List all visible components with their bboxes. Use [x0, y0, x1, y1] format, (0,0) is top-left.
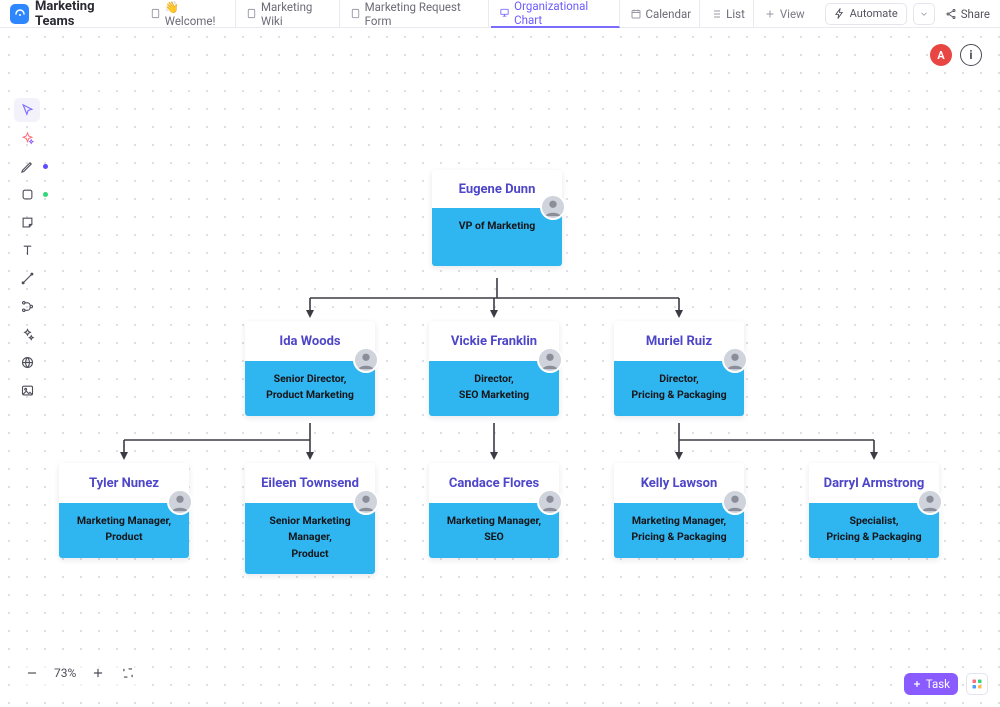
org-node-role-2: Pricing & Packaging — [620, 387, 738, 403]
org-node-kelly[interactable]: Kelly Lawson Marketing Manager, Pricing … — [614, 463, 744, 558]
zoom-in-button[interactable] — [90, 665, 106, 681]
zoom-out-button[interactable] — [24, 665, 40, 681]
org-node-role-2: SEO Marketing — [435, 387, 553, 403]
whiteboard-canvas[interactable]: A i — [0, 28, 1000, 707]
org-node-role-2: Product — [251, 546, 369, 562]
avatar-icon — [722, 347, 748, 373]
org-node-role-1: Marketing Manager, — [435, 513, 553, 529]
org-node-darryl[interactable]: Darryl Armstrong Specialist, Pricing & P… — [809, 463, 939, 558]
avatar-icon — [537, 347, 563, 373]
org-node-ida[interactable]: Ida Woods Senior Director, Product Marke… — [245, 321, 375, 416]
list-icon — [710, 8, 722, 20]
share-label: Share — [961, 7, 990, 21]
avatar-icon — [540, 194, 566, 220]
avatar-icon — [167, 489, 193, 515]
add-view-label: View — [780, 7, 805, 21]
org-node-muriel[interactable]: Muriel Ruiz Director, Pricing & Packagin… — [614, 321, 744, 416]
tab-list[interactable]: List — [702, 0, 754, 28]
org-node-candace[interactable]: Candace Flores Marketing Manager, SEO — [429, 463, 559, 558]
org-node-role-1: Director, — [435, 371, 553, 387]
app-logo[interactable] — [10, 4, 29, 24]
org-node-role-1: Specialist, — [815, 513, 933, 529]
org-node-role-1: Marketing Manager, — [620, 513, 738, 529]
org-node-role-1: Senior Director, — [251, 371, 369, 387]
automate-button[interactable]: Automate — [825, 3, 907, 25]
bottom-right-controls: Task — [904, 673, 988, 695]
tab-label: Marketing Request Form — [365, 0, 481, 28]
org-chart: Eugene Dunn VP of Marketing Ida Woods Se… — [0, 28, 1000, 707]
tab-label: Organizational Chart — [514, 0, 610, 27]
org-node-role-1: Marketing Manager, — [65, 513, 183, 529]
task-label: Task — [926, 677, 950, 691]
zoom-percent[interactable]: 73% — [54, 666, 76, 680]
view-tabs: 👋 Welcome! Marketing Wiki Marketing Requ… — [142, 0, 813, 28]
top-bar: Marketing Teams 👋 Welcome! Marketing Wik… — [0, 0, 1000, 28]
org-node-role-1: Director, — [620, 371, 738, 387]
whiteboard-icon — [499, 7, 510, 19]
zoom-controls: 73% — [14, 659, 146, 687]
share-button[interactable]: Share — [945, 7, 990, 21]
workspace-title: Marketing Teams — [35, 0, 132, 29]
org-node-tyler[interactable]: Tyler Nunez Marketing Manager, Product — [59, 463, 189, 558]
tab-label: Marketing Wiki — [261, 0, 331, 28]
tab-label: 👋 Welcome! — [165, 0, 227, 28]
avatar-icon — [722, 489, 748, 515]
org-node-role-2: Product — [65, 529, 183, 545]
org-node-role-2: Pricing & Packaging — [620, 529, 738, 545]
automate-chevron[interactable] — [913, 3, 935, 25]
org-node-role: VP of Marketing — [438, 218, 556, 234]
doc-icon — [150, 8, 161, 20]
avatar-icon — [353, 489, 379, 515]
tab-label: Calendar — [646, 7, 692, 21]
plus-icon — [764, 8, 776, 20]
org-node-role-2: SEO — [435, 529, 553, 545]
automate-label: Automate — [850, 7, 898, 20]
zoom-fit-button[interactable] — [120, 665, 136, 681]
avatar-icon — [537, 489, 563, 515]
avatar-icon — [917, 489, 943, 515]
apps-button[interactable] — [966, 673, 988, 695]
new-task-button[interactable]: Task — [904, 673, 958, 695]
org-node-eileen[interactable]: Eileen Townsend Senior Marketing Manager… — [245, 463, 375, 574]
share-icon — [945, 8, 957, 20]
avatar-icon — [353, 347, 379, 373]
tab-wiki[interactable]: Marketing Wiki — [238, 0, 340, 28]
org-node-root[interactable]: Eugene Dunn VP of Marketing — [432, 170, 562, 266]
doc-icon — [246, 8, 257, 20]
calendar-icon — [630, 8, 642, 20]
bolt-icon — [834, 8, 845, 19]
plus-icon — [912, 679, 922, 689]
org-node-role-2: Product Marketing — [251, 387, 369, 403]
tab-welcome[interactable]: 👋 Welcome! — [142, 0, 236, 28]
tab-request-form[interactable]: Marketing Request Form — [342, 0, 490, 28]
tab-label: List — [726, 7, 745, 21]
add-view-button[interactable]: View — [756, 0, 813, 28]
doc-icon — [350, 8, 361, 20]
org-node-vickie[interactable]: Vickie Franklin Director, SEO Marketing — [429, 321, 559, 416]
org-node-role-2: Pricing & Packaging — [815, 529, 933, 545]
tab-org-chart[interactable]: Organizational Chart — [491, 0, 619, 28]
org-node-role-1: Senior Marketing Manager, — [251, 513, 369, 546]
tab-calendar[interactable]: Calendar — [622, 0, 701, 28]
